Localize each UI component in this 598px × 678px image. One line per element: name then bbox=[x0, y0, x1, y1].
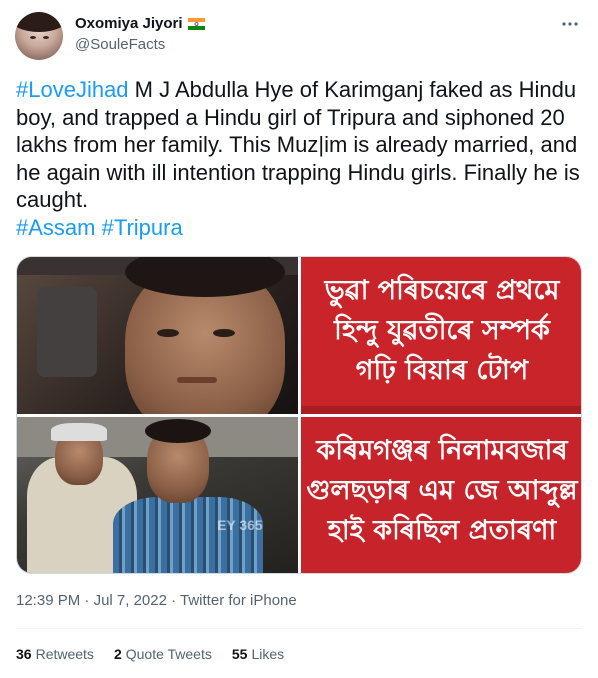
meta-separator-2: · bbox=[166, 592, 181, 609]
banner-top-line-3: গঢ়ি বিয়াৰ টোপ bbox=[355, 355, 529, 386]
author-handle[interactable]: @SouleFacts bbox=[75, 36, 165, 53]
likes-stat[interactable]: 55 Likes bbox=[232, 646, 284, 662]
banner-top-line-1: ভুৱা পৰিচয়েৰে প্ৰথমে bbox=[324, 275, 560, 306]
media-grid: ভুৱা পৰিচয়েৰে প্ৰথমে হিন্দু যুৱতীৰে সম্… bbox=[16, 256, 582, 574]
hashtag-tripura[interactable]: #Tripura bbox=[102, 215, 183, 240]
news-banner-bottom[interactable]: কৰিমগঞ্জৰ নিলামবজাৰ গুলছড়াৰ এম জে আব্দু… bbox=[301, 417, 581, 573]
tweet-text: #LoveJihad M J Abdulla Hye of Karimganj … bbox=[16, 76, 582, 241]
banner-top-line-2: হিন্দু যুৱতীৰে সম্পৰ্ক bbox=[334, 315, 550, 346]
news-banner-top[interactable]: ভুৱা পৰিচয়েৰে প্ৰথমে হিন্দু যুৱতীৰে সম্… bbox=[301, 257, 581, 414]
quotes-count: 2 bbox=[113, 646, 122, 662]
quote-tweets-stat[interactable]: 2 Quote Tweets bbox=[114, 646, 212, 662]
quotes-label: Quote Tweets bbox=[125, 646, 212, 662]
tweet-source[interactable]: Twitter for iPhone bbox=[180, 592, 297, 609]
meta-separator: · bbox=[80, 592, 94, 609]
watermark-text: EY 365 bbox=[217, 517, 263, 533]
likes-label: Likes bbox=[251, 646, 285, 662]
hashtag-lovejihad[interactable]: #LoveJihad bbox=[16, 77, 129, 102]
photo-closeup-face[interactable] bbox=[17, 257, 298, 414]
retweets-label: Retweets bbox=[35, 646, 94, 662]
india-flag-icon bbox=[187, 17, 205, 30]
tweet-time[interactable]: 12:39 PM bbox=[16, 592, 80, 609]
divider bbox=[16, 628, 582, 629]
engagement-stats: 36 Retweets 2 Quote Tweets 55 Likes bbox=[16, 646, 284, 662]
avatar[interactable] bbox=[15, 12, 63, 60]
author-name-row: Oxomiya Jiyori bbox=[75, 15, 205, 32]
banner-bottom-line-1: কৰিমগঞ্জৰ নিলামবজাৰ bbox=[316, 435, 568, 466]
banner-bottom-line-3: হাই কৰিছিল প্ৰতাৰণা bbox=[327, 515, 557, 546]
likes-count: 55 bbox=[231, 646, 248, 662]
banner-bottom-line-2: গুলছড়াৰ এম জে আব্দুল্ল bbox=[306, 475, 578, 506]
photo-arrest[interactable]: EY 365 bbox=[17, 417, 298, 573]
more-options-icon[interactable] bbox=[560, 14, 580, 34]
tweet-date[interactable]: Jul 7, 2022 bbox=[94, 592, 167, 609]
retweets-count: 36 bbox=[16, 646, 32, 662]
tweet-meta: 12:39 PM · Jul 7, 2022 · Twitter for iPh… bbox=[16, 592, 297, 609]
hashtag-assam[interactable]: #Assam bbox=[16, 215, 95, 240]
retweets-stat[interactable]: 36 Retweets bbox=[16, 646, 94, 662]
display-name[interactable]: Oxomiya Jiyori bbox=[75, 15, 183, 32]
